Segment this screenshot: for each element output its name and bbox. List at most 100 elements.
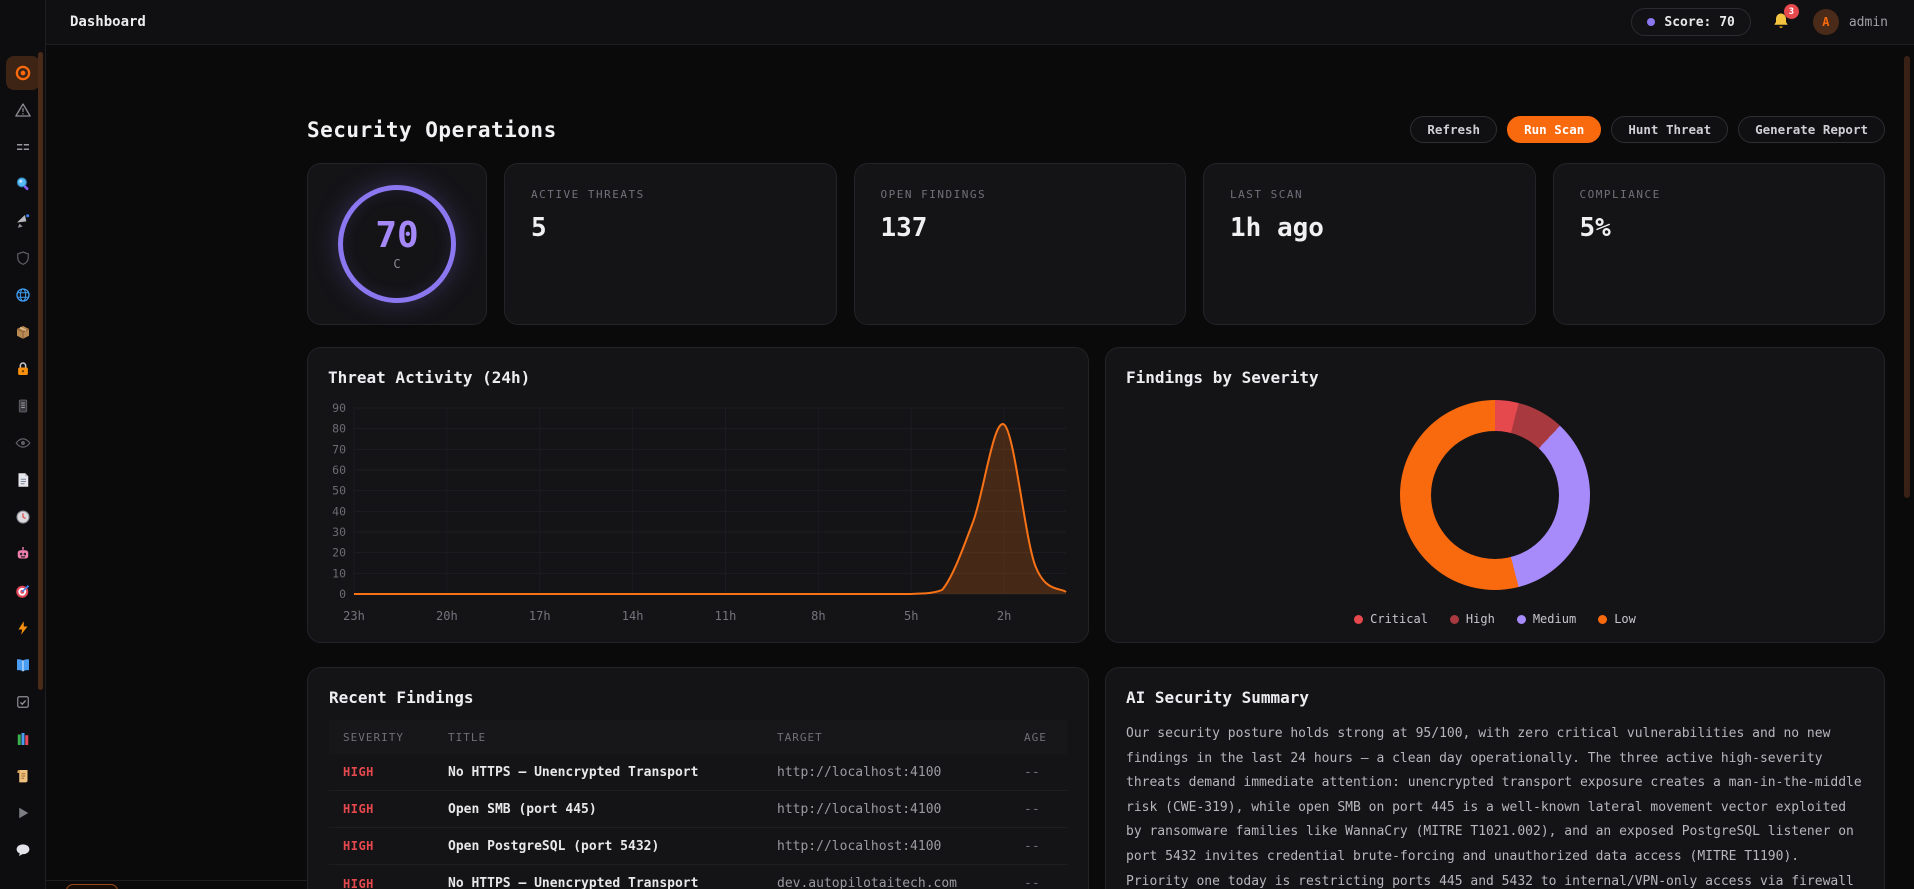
legend-dot-icon	[1516, 614, 1526, 624]
severity-cell: HIGH	[343, 802, 374, 816]
threat-activity-chart: 0 10 20 30 40 50 60 70 80 90 23h 20h 17h 14h 11h 8h 5h 2h	[332, 401, 1067, 623]
username-label: admin	[1848, 14, 1888, 30]
sidebar-item-document[interactable]	[6, 463, 40, 497]
sidebar-item-shield[interactable]	[6, 241, 40, 275]
stat-value: 5%	[1579, 213, 1611, 243]
app-window: Dashboard Score: 70 3 A admin Security O…	[0, 0, 1914, 889]
svg-text:30: 30	[332, 525, 346, 539]
sidebar-item-book[interactable]	[6, 648, 40, 682]
score-value: 70	[375, 214, 419, 256]
table-row[interactable]: HIGH Open PostgreSQL (port 5432) http://lo…	[329, 828, 1067, 865]
app-title: Dashboard	[70, 14, 146, 30]
user-menu[interactable]: A admin	[1812, 9, 1888, 35]
severity-cell: HIGH	[343, 876, 374, 889]
threat-activity-card: Threat Activity (24h) 0 10 20 30 40 50 60 70 80 9…	[307, 347, 1089, 643]
severity-donut-chart	[1400, 400, 1590, 590]
legend-item-high: High	[1449, 612, 1495, 626]
chart-title: Threat Activity (24h)	[328, 368, 531, 387]
summary-title: AI Security Summary	[1126, 688, 1310, 707]
sidebar-item-package[interactable]	[6, 315, 40, 349]
sidebar-scrollbar[interactable]	[38, 52, 43, 690]
generate-report-button[interactable]: Generate Report	[1738, 116, 1885, 143]
svg-text:23h: 23h	[343, 609, 365, 623]
hunt-threat-button[interactable]: Hunt Threat	[1611, 116, 1729, 143]
svg-text:0: 0	[339, 587, 346, 601]
legend-dot-icon	[1449, 614, 1459, 624]
stat-label: LAST SCAN	[1230, 188, 1304, 201]
refresh-button[interactable]: Refresh	[1410, 116, 1498, 143]
score-grade: C	[393, 256, 401, 271]
warning-icon	[14, 101, 32, 119]
sidebar-item-server[interactable]	[6, 389, 40, 423]
eye-icon	[14, 434, 32, 452]
sidebar-item-checkbox[interactable]	[6, 685, 40, 719]
findings-table-body: HIGH No HTTPS — Unencrypted Transport http…	[329, 754, 1067, 889]
findings-severity-card: Findings by Severity Critical High Medium L…	[1105, 347, 1885, 643]
stat-label: COMPLIANCE	[1579, 188, 1661, 201]
target-icon	[14, 64, 32, 82]
summary-text: Our security posture holds strong at 95/…	[1126, 726, 1862, 889]
legend-label: High	[1465, 612, 1495, 626]
age-cell: --	[1024, 838, 1040, 854]
score-pill[interactable]: Score: 70	[1631, 8, 1751, 36]
stat-card-open-findings: OPEN FINDINGS 137	[853, 163, 1186, 325]
footer-divider	[46, 880, 308, 881]
svg-text:10: 10	[332, 566, 346, 580]
stats-row: 70 C ACTIVE THREATS 5 OPEN FINDINGS 137 …	[307, 163, 1885, 325]
stat-label: ACTIVE THREATS	[531, 188, 645, 201]
sidebar-item-bolt[interactable]	[6, 611, 40, 645]
sidebar-item-list[interactable]	[6, 130, 40, 164]
table-header: SEVERITY TITLE TARGET AGE	[329, 720, 1067, 754]
legend-item-critical: Critical	[1354, 612, 1428, 626]
title-cell: No HTTPS — Unencrypted Transport	[448, 876, 699, 889]
notifications-button[interactable]: 3	[1771, 4, 1799, 33]
legend-label: Critical	[1370, 612, 1428, 626]
svg-text:90: 90	[332, 401, 346, 415]
page-header: Security Operations Refresh Run Scan Hun…	[307, 116, 1885, 143]
table-row[interactable]: HIGH No HTTPS — Unencrypted Transport dev.…	[329, 865, 1067, 889]
table-row[interactable]: HIGH Open SMB (port 445) http://localhost:…	[329, 791, 1067, 828]
page-actions: Refresh Run Scan Hunt Threat Generate Re…	[1410, 116, 1885, 143]
satellite-icon	[14, 212, 32, 230]
run-scan-button[interactable]: Run Scan	[1507, 116, 1602, 143]
sidebar	[0, 0, 46, 889]
sidebar-item-scroll[interactable]	[6, 759, 40, 793]
shield-icon	[14, 249, 32, 267]
findings-table: SEVERITY TITLE TARGET AGE HIGH No HTTPS —…	[329, 720, 1067, 889]
page-scrollbar[interactable]	[1904, 56, 1910, 498]
sidebar-item-clock[interactable]	[6, 500, 40, 534]
sidebar-item-warning[interactable]	[6, 93, 40, 127]
sidebar-item-globe[interactable]	[6, 278, 40, 312]
topbar: Dashboard Score: 70 3 A admin	[46, 0, 1914, 45]
sidebar-item-dart[interactable]	[6, 574, 40, 608]
topbar-right: Score: 70 3 A admin	[1631, 4, 1888, 36]
target-cell: dev.autopilotaitech.com	[777, 876, 958, 889]
sidebar-item-play[interactable]	[6, 796, 40, 830]
recent-findings-card: Recent Findings SEVERITY TITLE TARGET AG…	[307, 667, 1089, 889]
security-score-card: 70 C	[307, 163, 487, 325]
svg-text:60: 60	[332, 463, 346, 477]
dart-icon	[14, 582, 32, 600]
sidebar-item-chat[interactable]	[6, 833, 40, 867]
sidebar-item-satellite[interactable]	[6, 204, 40, 238]
donut-hole	[1431, 431, 1559, 559]
svg-text:2h: 2h	[997, 609, 1011, 623]
score-pill-label: Score: 70	[1664, 14, 1735, 30]
column-header-target: TARGET	[777, 730, 823, 744]
sidebar-item-lock[interactable]	[6, 352, 40, 386]
checkbox-icon	[14, 693, 32, 711]
target-cell: http://localhost:4100	[777, 801, 942, 817]
sidebar-item-eye[interactable]	[6, 426, 40, 460]
stat-card-last-scan: LAST SCAN 1h ago	[1203, 163, 1536, 325]
sidebar-item-books[interactable]	[6, 722, 40, 756]
sidebar-item-target[interactable]	[5, 56, 40, 90]
sidebar-item-search[interactable]	[6, 167, 40, 201]
table-row[interactable]: HIGH No HTTPS — Unencrypted Transport http…	[329, 754, 1067, 791]
svg-text:5h: 5h	[904, 609, 918, 623]
scroll-icon	[14, 767, 32, 785]
sidebar-item-robot[interactable]	[6, 537, 40, 571]
stat-value: 5	[531, 213, 547, 243]
svg-text:11h: 11h	[715, 609, 737, 623]
books-icon	[14, 730, 32, 748]
dock-chip-button[interactable]	[66, 884, 118, 889]
